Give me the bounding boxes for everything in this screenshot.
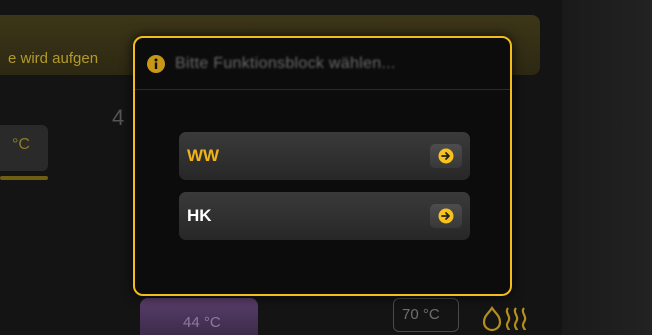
option-hk-go-button[interactable] [430,204,462,228]
option-ww[interactable]: WW [179,132,470,180]
flow-temperature-value: 70 °C [402,306,440,323]
temperature-left-value: °C [12,136,30,153]
right-panel [562,0,652,335]
dialog-title: Bitte Funktionsblock wählen... [175,54,396,72]
arrow-right-icon [438,148,454,164]
info-icon [147,54,165,73]
partial-number: 4 [112,105,125,130]
tank-temperature: 44 °C [183,314,221,331]
status-message: e wird aufgen [8,50,99,67]
option-hk-label: HK [187,206,212,225]
heating-icon [482,306,527,332]
arrow-right-icon [438,208,454,224]
temperature-bar [0,176,48,180]
function-block-dialog: Bitte Funktionsblock wählen... WW HK [133,36,512,296]
option-ww-go-button[interactable] [430,144,462,168]
option-ww-label: WW [187,146,220,165]
option-hk[interactable]: HK [179,192,470,240]
dialog-header: Bitte Funktionsblock wählen... [135,38,510,90]
